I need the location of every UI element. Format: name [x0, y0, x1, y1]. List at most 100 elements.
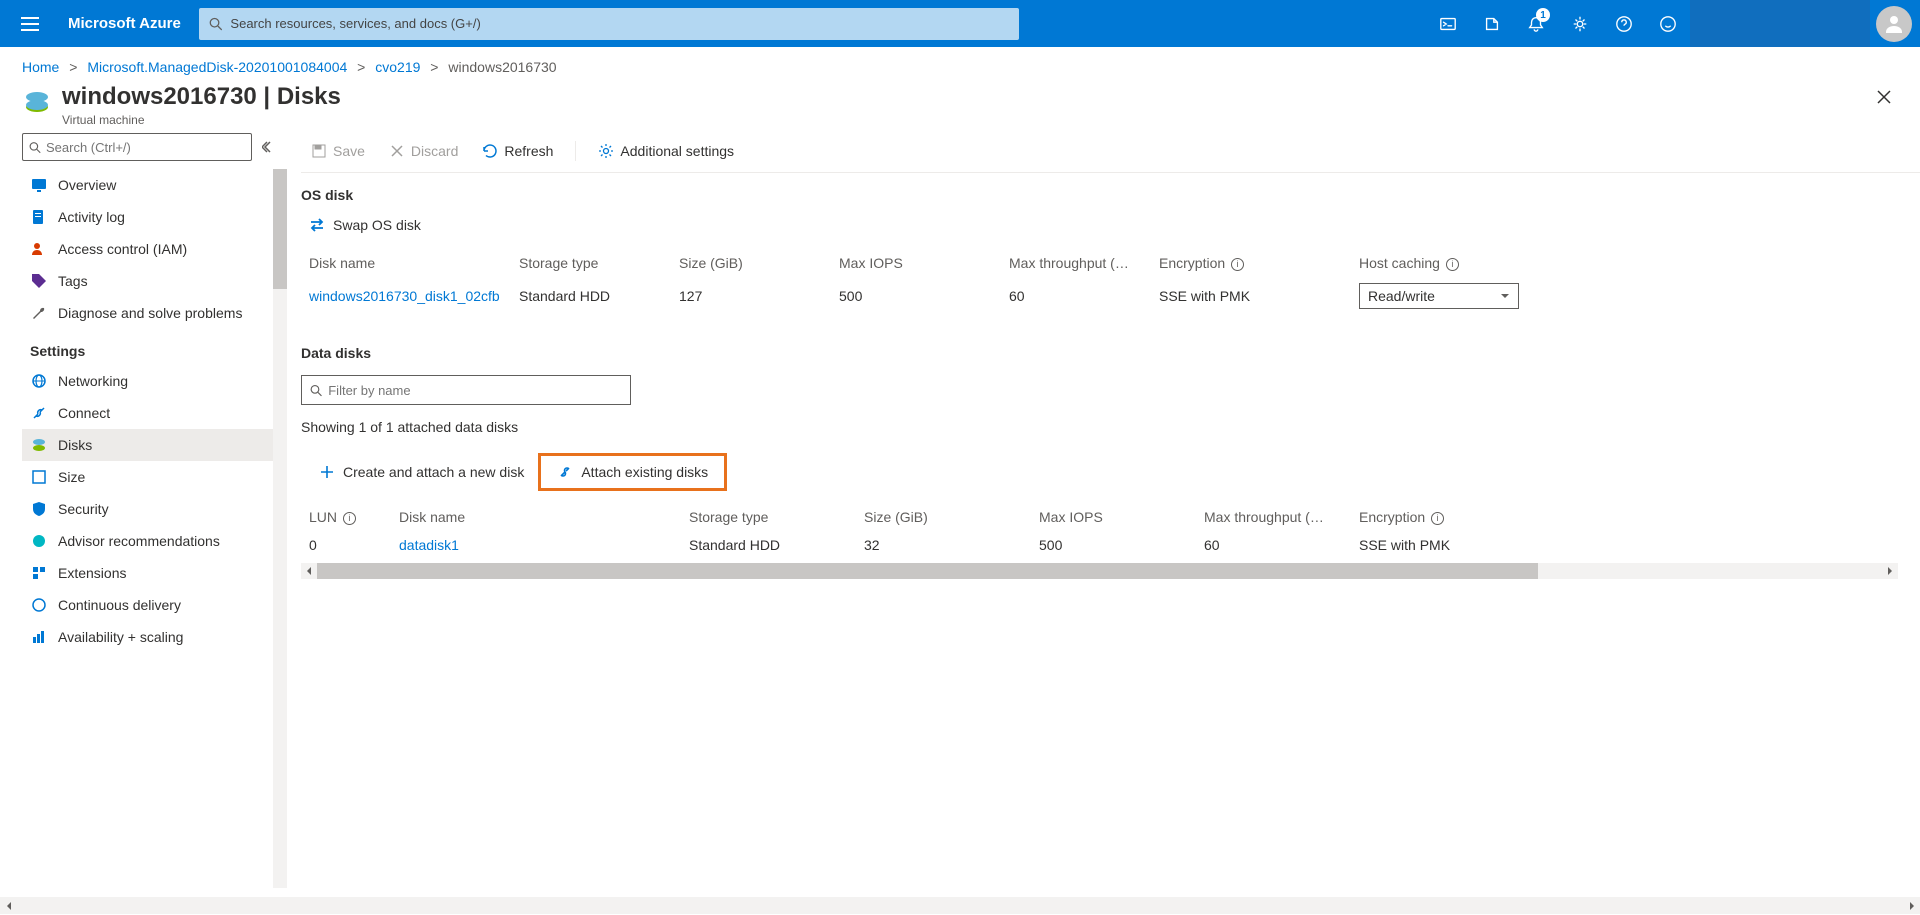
connect-icon [30, 404, 48, 422]
global-search[interactable] [199, 8, 1019, 40]
directory-icon[interactable] [1470, 0, 1514, 47]
scroll-left-icon[interactable] [0, 897, 17, 914]
sidebar-search[interactable] [22, 133, 252, 161]
data-disk-lun: 0 [309, 537, 399, 553]
col-storage-type: Storage type [689, 509, 864, 525]
info-icon[interactable]: i [1446, 258, 1459, 271]
search-icon [310, 384, 322, 397]
header-account-area[interactable] [1690, 0, 1870, 47]
col-disk-name: Disk name [399, 509, 689, 525]
data-disk-row: 0 datadisk1 Standard HDD 32 500 60 SSE w… [301, 531, 1898, 559]
sidebar-item-label: Continuous delivery [58, 597, 181, 613]
sidebar-heading-settings: Settings [22, 329, 287, 365]
disk-icon [30, 436, 48, 454]
data-disk-storage: Standard HDD [689, 537, 864, 553]
refresh-button[interactable]: Refresh [472, 139, 563, 163]
col-max-iops: Max IOPS [839, 255, 1009, 271]
collapse-sidebar-button[interactable] [262, 141, 274, 153]
filter-name-input[interactable] [328, 383, 622, 398]
page-title: windows2016730 | Disks [62, 83, 341, 111]
sidebar-item-label: Diagnose and solve problems [58, 305, 242, 321]
table-hscrollbar[interactable] [301, 563, 1898, 579]
search-icon [209, 17, 223, 31]
info-icon[interactable]: i [1431, 512, 1444, 525]
os-disk-name-link[interactable]: windows2016730_disk1_02cfb [309, 288, 519, 304]
close-button[interactable] [1870, 83, 1898, 111]
os-disk-encryption: SSE with PMK [1159, 288, 1359, 304]
sidebar-item-networking[interactable]: Networking [22, 365, 287, 397]
sidebar-item-connect[interactable]: Connect [22, 397, 287, 429]
sidebar-item-access-control[interactable]: Access control (IAM) [22, 233, 287, 265]
breadcrumb-item[interactable]: Microsoft.ManagedDisk-20201001084004 [87, 59, 347, 75]
discard-button[interactable]: Discard [379, 139, 468, 163]
pipeline-icon [30, 596, 48, 614]
host-caching-select[interactable]: Read/write [1359, 283, 1519, 309]
breadcrumb: Home > Microsoft.ManagedDisk-20201001084… [0, 47, 1920, 83]
col-max-throughput: Max throughput (… [1009, 255, 1159, 271]
col-size: Size (GiB) [864, 509, 1039, 525]
attach-existing-disks-button[interactable]: Attach existing disks [547, 458, 718, 486]
toolbar: Save Discard Refresh Additional settings [301, 133, 1920, 173]
sidebar-item-activity-log[interactable]: Activity log [22, 201, 287, 233]
user-avatar[interactable] [1876, 6, 1912, 42]
feedback-icon[interactable] [1646, 0, 1690, 47]
breadcrumb-sep: > [69, 59, 77, 75]
page-hscrollbar[interactable] [0, 897, 1920, 914]
create-attach-new-disk-button[interactable]: Create and attach a new disk [309, 458, 534, 486]
save-button[interactable]: Save [301, 139, 375, 163]
sidebar-item-disks[interactable]: Disks [22, 429, 287, 461]
brand[interactable]: Microsoft Azure [68, 15, 181, 32]
os-disk-title: OS disk [301, 187, 1898, 203]
scroll-right-icon[interactable] [1882, 563, 1898, 579]
col-storage-type: Storage type [519, 255, 679, 271]
info-icon[interactable]: i [1231, 258, 1244, 271]
page-title-row: windows2016730 | Disks Virtual machine [0, 83, 1920, 133]
col-host-caching: Host caching i [1359, 255, 1529, 271]
additional-settings-button[interactable]: Additional settings [588, 139, 744, 163]
os-disk-storage: Standard HDD [519, 288, 679, 304]
data-disk-encryption: SSE with PMK [1359, 537, 1519, 553]
sidebar-item-continuous-delivery[interactable]: Continuous delivery [22, 589, 287, 621]
sidebar-item-extensions[interactable]: Extensions [22, 557, 287, 589]
sidebar-item-advisor[interactable]: Advisor recommendations [22, 525, 287, 557]
scaling-icon [30, 628, 48, 646]
scroll-left-icon[interactable] [301, 563, 317, 579]
data-disk-name-link[interactable]: datadisk1 [399, 537, 689, 553]
scroll-right-icon[interactable] [1903, 897, 1920, 914]
disks-resource-icon [22, 87, 52, 117]
sidebar-scrollbar[interactable] [273, 169, 287, 888]
os-disk-table: Disk name Storage type Size (GiB) Max IO… [301, 249, 1898, 315]
sidebar-item-label: Size [58, 469, 85, 485]
col-size: Size (GiB) [679, 255, 839, 271]
sidebar-item-label: Networking [58, 373, 128, 389]
monitor-icon [30, 176, 48, 194]
swap-os-disk-button[interactable]: Swap OS disk [309, 217, 421, 233]
settings-icon[interactable] [1558, 0, 1602, 47]
global-search-input[interactable] [230, 16, 1008, 31]
sidebar-item-diagnose[interactable]: Diagnose and solve problems [22, 297, 287, 329]
sidebar-search-input[interactable] [46, 140, 245, 155]
sidebar-item-label: Activity log [58, 209, 125, 225]
info-icon[interactable]: i [343, 512, 356, 525]
notification-badge: 1 [1536, 8, 1550, 22]
help-icon[interactable] [1602, 0, 1646, 47]
sidebar: Overview Activity log Access control (IA… [22, 133, 287, 888]
breadcrumb-home[interactable]: Home [22, 59, 59, 75]
sidebar-item-tags[interactable]: Tags [22, 265, 287, 297]
sidebar-item-security[interactable]: Security [22, 493, 287, 525]
filter-input[interactable] [301, 375, 631, 405]
shield-icon [30, 500, 48, 518]
breadcrumb-item[interactable]: cvo219 [375, 59, 420, 75]
extensions-icon [30, 564, 48, 582]
notifications-icon[interactable]: 1 [1514, 0, 1558, 47]
sidebar-item-overview[interactable]: Overview [22, 169, 287, 201]
data-disks-table: LUN i Disk name Storage type Size (GiB) … [301, 503, 1898, 559]
menu-button[interactable] [10, 0, 50, 47]
breadcrumb-sep: > [357, 59, 365, 75]
cloud-shell-icon[interactable] [1426, 0, 1470, 47]
sidebar-item-availability[interactable]: Availability + scaling [22, 621, 287, 653]
wrench-icon [30, 304, 48, 322]
sidebar-item-size[interactable]: Size [22, 461, 287, 493]
sidebar-item-label: Availability + scaling [58, 629, 183, 645]
advisor-icon [30, 532, 48, 550]
